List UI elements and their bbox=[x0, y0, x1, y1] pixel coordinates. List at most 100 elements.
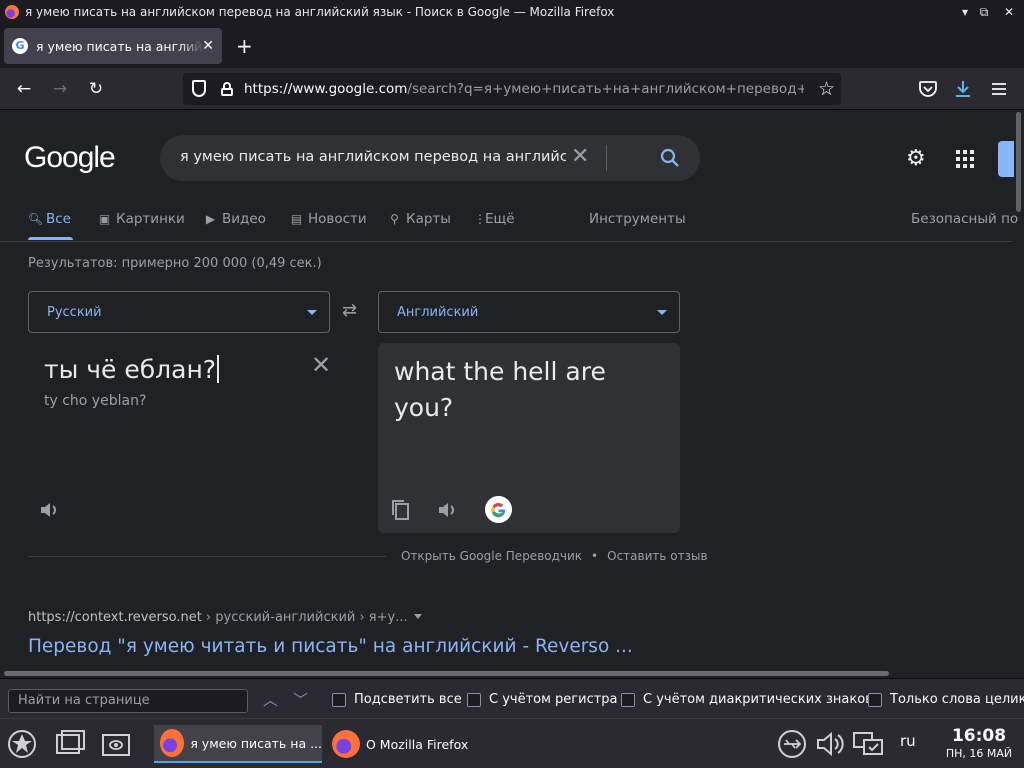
clear-source-icon[interactable]: ✕ bbox=[311, 353, 331, 377]
more-dots-icon: ⋮ bbox=[474, 212, 486, 226]
source-transliteration: ty cho yeblan? bbox=[44, 393, 147, 409]
firefox-icon bbox=[5, 5, 19, 19]
translation-output-card: what the hell are you? bbox=[378, 343, 680, 533]
target-language-label: Английский bbox=[397, 305, 479, 320]
diacritics-checkbox[interactable]: С учётом диакритических знаков bbox=[621, 692, 873, 707]
find-previous-icon[interactable]: ︿ bbox=[263, 689, 278, 710]
copy-icon[interactable] bbox=[391, 498, 411, 522]
window-title: я умею писать на английском перевод на а… bbox=[25, 5, 615, 19]
source-text-input[interactable]: ты чё еблан? bbox=[44, 355, 220, 384]
tracking-protection-icon[interactable] bbox=[192, 80, 206, 97]
checkbox-box bbox=[467, 692, 481, 707]
match-case-checkbox[interactable]: С учётом регистра bbox=[467, 692, 618, 707]
search-box[interactable]: я умею писать на английском перевод на а… bbox=[160, 135, 700, 181]
speaker-icon[interactable] bbox=[38, 499, 64, 521]
feedback-link[interactable]: Оставить отзыв bbox=[607, 549, 707, 563]
clock-date: ПН, 16 МАЙ bbox=[945, 747, 1013, 760]
usb-device-icon[interactable] bbox=[776, 729, 808, 759]
tab-news-label: Новости bbox=[308, 211, 367, 227]
result-url[interactable]: https://context.reverso.net › русский-ан… bbox=[28, 610, 422, 625]
whole-words-checkbox[interactable]: Только слова целико bbox=[868, 692, 1024, 707]
active-tab-indicator bbox=[28, 237, 73, 240]
sign-in-button[interactable] bbox=[998, 141, 1014, 177]
google-g-icon[interactable] bbox=[485, 496, 512, 523]
pocket-icon[interactable] bbox=[918, 80, 938, 98]
dropdown-caret-icon bbox=[307, 310, 317, 315]
clock[interactable]: 16:08 ПН, 16 МАЙ bbox=[936, 725, 1022, 761]
taskbar-task-firefox-search[interactable]: я умею писать на ... bbox=[154, 725, 322, 763]
tab-images[interactable]: ▣ Картинки bbox=[98, 210, 185, 228]
google-favicon-icon: G bbox=[12, 38, 28, 54]
apps-grid-icon[interactable] bbox=[956, 150, 974, 168]
checkbox-box bbox=[868, 692, 882, 707]
search-input[interactable]: я умею писать на английском перевод на а… bbox=[180, 149, 566, 165]
result-title-link[interactable]: Перевод "я умею читать и писать" на англ… bbox=[28, 636, 633, 657]
back-button[interactable]: ← bbox=[12, 77, 36, 101]
tab-more-label: Ещё bbox=[485, 211, 515, 227]
source-text: ты чё еблан? bbox=[44, 355, 217, 384]
match-case-label: С учётом регистра bbox=[489, 692, 618, 707]
search-divider bbox=[606, 145, 607, 171]
task-label: О Mozilla Firefox bbox=[366, 736, 469, 752]
downloads-icon[interactable] bbox=[953, 79, 973, 99]
lock-icon[interactable] bbox=[221, 82, 233, 96]
source-language-label: Русский bbox=[47, 305, 102, 320]
bookmark-star-icon[interactable]: ☆ bbox=[818, 77, 835, 101]
tools-button[interactable]: Инструменты bbox=[589, 210, 686, 228]
tab-maps[interactable]: ⚲ Карты bbox=[388, 210, 451, 228]
taskbar: я умею писать на ... О Mozilla Firefox r… bbox=[0, 718, 1024, 768]
show-desktop-icon[interactable] bbox=[53, 729, 85, 759]
play-icon: ▶ bbox=[205, 212, 216, 226]
highlight-all-checkbox[interactable]: Подсветить все bbox=[332, 692, 462, 707]
address-bar[interactable]: https://www.google.com/search?q=я+умею+п… bbox=[183, 73, 841, 105]
app-launcher-icon[interactable] bbox=[6, 729, 38, 759]
clock-time: 16:08 bbox=[951, 726, 1007, 746]
network-icon[interactable] bbox=[852, 729, 884, 759]
search-icon[interactable] bbox=[660, 148, 680, 168]
find-next-icon[interactable]: ﹀ bbox=[293, 689, 308, 710]
maximize-button[interactable]: ⧉ bbox=[975, 3, 993, 21]
taskbar-task-about-firefox[interactable]: О Mozilla Firefox bbox=[326, 725, 486, 763]
tab-maps-label: Карты bbox=[406, 211, 451, 227]
file-manager-icon[interactable] bbox=[100, 729, 132, 759]
whole-words-label: Только слова целико bbox=[890, 692, 1024, 707]
horizontal-scrollbar[interactable] bbox=[0, 670, 1024, 678]
translator-footer: Открыть Google Переводчик • Оставить отзыв bbox=[401, 549, 708, 563]
scrollbar-thumb[interactable] bbox=[4, 671, 889, 676]
settings-gear-icon[interactable]: ⚙ bbox=[906, 147, 926, 171]
page-content: Google я умею писать на английском перев… bbox=[0, 110, 1024, 670]
tab-more[interactable]: ⋮Ещё bbox=[474, 210, 515, 228]
result-menu-caret-icon[interactable] bbox=[413, 614, 422, 619]
tab-strip: G я умею писать на английском ✕ + bbox=[0, 24, 1024, 68]
keyboard-layout-indicator[interactable]: ru bbox=[900, 732, 916, 750]
tab-video[interactable]: ▶ Видео bbox=[204, 210, 266, 228]
url-text[interactable]: https://www.google.com/search?q=я+умею+п… bbox=[244, 81, 804, 97]
minimize-button[interactable]: ▾ bbox=[956, 3, 974, 21]
map-pin-icon: ⚲ bbox=[390, 212, 399, 226]
close-tab-icon[interactable]: ✕ bbox=[202, 38, 214, 54]
new-tab-button[interactable]: + bbox=[236, 36, 253, 56]
source-language-select[interactable]: Русский bbox=[28, 291, 330, 333]
reload-button[interactable]: ↻ bbox=[84, 77, 108, 101]
clear-search-icon[interactable]: ✕ bbox=[571, 145, 589, 169]
open-translate-link[interactable]: Открыть Google Переводчик bbox=[401, 549, 582, 563]
tab-all[interactable]: 🔍︎ Все bbox=[28, 210, 71, 228]
speaker-icon[interactable] bbox=[436, 499, 462, 521]
text-cursor bbox=[217, 355, 220, 383]
browser-tab[interactable]: G я умею писать на английском ✕ bbox=[4, 28, 222, 64]
url-path: /search?q=я+умею+писать+на+английском+пе… bbox=[407, 81, 804, 97]
tab-news[interactable]: ▤ Новости bbox=[290, 210, 367, 228]
news-icon: ▤ bbox=[290, 212, 303, 226]
google-logo[interactable]: Google bbox=[24, 141, 116, 175]
forward-button[interactable]: → bbox=[48, 77, 72, 101]
page-scrollbar[interactable] bbox=[1016, 112, 1021, 212]
target-language-select[interactable]: Английский bbox=[378, 291, 680, 333]
close-window-button[interactable]: ✕ bbox=[1000, 3, 1018, 21]
safesearch-button[interactable]: Безопасный по bbox=[911, 210, 1018, 228]
find-input[interactable]: Найти на странице bbox=[8, 689, 248, 713]
firefox-icon bbox=[332, 730, 360, 758]
result-stats: Результатов: примерно 200 000 (0,49 сек.… bbox=[28, 256, 322, 271]
menu-hamburger-icon[interactable] bbox=[991, 82, 1007, 96]
swap-languages-icon[interactable]: ⇄ bbox=[342, 301, 357, 321]
volume-icon[interactable] bbox=[814, 729, 846, 759]
